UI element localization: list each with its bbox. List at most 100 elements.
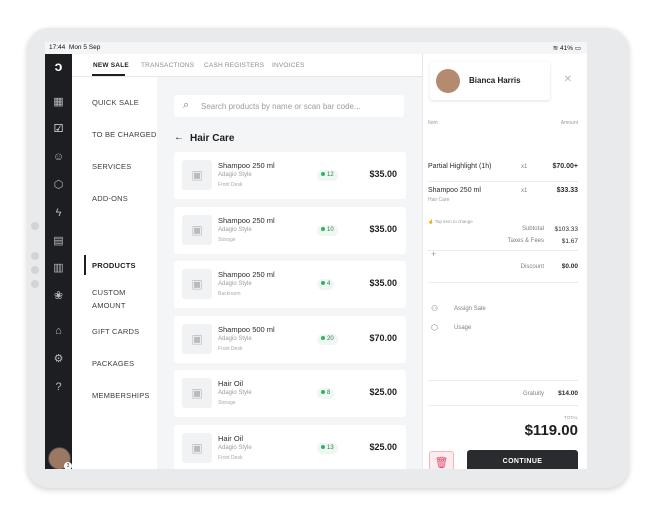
product-card[interactable]: ▣ Shampoo 500 ml Adagio Style Front Desk… xyxy=(174,316,406,363)
product-price: $35.00 xyxy=(369,278,397,288)
stock-badge: 4 xyxy=(317,279,335,290)
cart-line-item[interactable]: Shampoo 250 ml x1 $33.33 Hair Care xyxy=(428,187,578,203)
product-name: Shampoo 250 ml xyxy=(218,270,275,279)
product-name: Hair Oil xyxy=(218,434,244,443)
product-style: Adagio Style xyxy=(218,227,252,233)
assign-sale-link[interactable]: Assign Sale xyxy=(454,306,486,312)
taxes-value: $1.67 xyxy=(561,238,578,245)
product-price: $70.00 xyxy=(369,333,397,343)
calendar-icon[interactable]: ▦ xyxy=(52,96,65,109)
column-amount-header: Amount xyxy=(560,120,578,126)
image-placeholder-icon: ▣ xyxy=(182,324,212,354)
product-card[interactable]: ▣ Hair Oil Adagio Style Storage 8 $25.00 xyxy=(174,370,406,417)
stock-count: 10 xyxy=(327,227,334,233)
category-quick-sale[interactable]: QUICK SALE xyxy=(92,97,139,109)
line-item-name: Partial Highlight (1h) xyxy=(428,163,492,170)
search-input[interactable]: ⌕ Search products by name or scan bar co… xyxy=(174,95,404,117)
stock-dot-icon xyxy=(321,445,325,450)
category-amount[interactable]: AMOUNT xyxy=(92,300,126,312)
product-location: Storage xyxy=(218,400,236,406)
discount-label[interactable]: Discount xyxy=(521,264,544,270)
stock-dot-icon xyxy=(321,281,325,286)
active-category-indicator xyxy=(84,255,86,275)
device-button xyxy=(31,252,39,260)
image-placeholder-icon: ▣ xyxy=(182,215,212,245)
top-tabs: NEW SALE TRANSACTIONS CASH REGISTERS INV… xyxy=(72,54,460,77)
section-title: Hair Care xyxy=(190,133,235,144)
assign-person-icon[interactable]: ⚇ xyxy=(431,304,438,313)
checkout-icon[interactable]: ☑ xyxy=(52,123,65,136)
product-card[interactable]: ▣ Hair Oil Adagio Style Front Desk 13 $2… xyxy=(174,425,406,469)
stock-badge: 13 xyxy=(317,443,338,454)
line-item-qty: x1 xyxy=(521,188,528,194)
settings-gear-icon[interactable]: ⚙ xyxy=(52,353,65,366)
product-style: Adagio Style xyxy=(218,172,252,178)
edit-hint: ☝ Tap item to change xyxy=(428,219,473,225)
divider xyxy=(428,181,578,182)
user-avatar[interactable]: 3 xyxy=(48,447,72,469)
tab-transactions[interactable]: TRANSACTIONS xyxy=(141,62,194,69)
stock-dot-icon xyxy=(321,390,325,395)
store-icon[interactable]: ⌂ xyxy=(52,325,65,338)
category-add-ons[interactable]: ADD-ONS xyxy=(92,193,128,205)
product-price: $35.00 xyxy=(369,169,397,179)
customer-card[interactable]: Bianca Harris ✕ xyxy=(430,62,572,100)
stock-count: 4 xyxy=(327,281,331,287)
line-item-name: Shampoo 250 ml xyxy=(428,187,481,194)
subtotal-label: Subtotal xyxy=(521,226,544,232)
image-placeholder-icon: ▣ xyxy=(182,378,212,408)
usage-link[interactable]: Usage xyxy=(454,325,471,331)
category-gift-cards[interactable]: GIFT CARDS xyxy=(92,326,139,338)
continue-button[interactable]: CONTINUE xyxy=(467,450,578,469)
tab-invoices[interactable]: INVOICES xyxy=(272,62,305,69)
product-card[interactable]: ▣ Shampoo 250 ml Adagio Style Storage 10… xyxy=(174,207,406,254)
app-logo[interactable]: ↄ xyxy=(50,58,67,75)
cart-panel: Bianca Harris ✕ Item Amount Partial High… xyxy=(422,54,587,469)
wifi-icon: ≋ xyxy=(552,45,559,52)
product-card[interactable]: ▣ Shampoo 250 ml Adagio Style Backroom 4… xyxy=(174,261,406,308)
category-memberships[interactable]: MEMBERSHIPS xyxy=(92,390,150,402)
category-custom[interactable]: CUSTOM xyxy=(92,287,126,299)
close-icon[interactable]: ✕ xyxy=(564,74,572,85)
product-card[interactable]: ▣ Shampoo 250 ml Adagio Style Front Desk… xyxy=(174,152,406,199)
product-location: Front Desk xyxy=(218,346,243,352)
line-item-amount: $70.00+ xyxy=(552,163,579,170)
clients-icon[interactable]: ☺ xyxy=(52,151,65,164)
divider xyxy=(428,250,578,251)
product-location: Front Desk xyxy=(218,182,243,188)
category-to-be-charged[interactable]: TO BE CHARGED xyxy=(92,129,157,141)
divider xyxy=(428,405,578,406)
gratuity-label[interactable]: Gratuity xyxy=(523,391,544,397)
customer-name: Bianca Harris xyxy=(469,76,521,85)
category-services[interactable]: SERVICES xyxy=(92,161,131,173)
category-products[interactable]: PRODUCTS xyxy=(92,260,136,272)
team-icon[interactable]: ❀ xyxy=(52,290,65,303)
stock-count: 13 xyxy=(327,445,334,451)
device-button xyxy=(31,222,39,230)
product-price: $25.00 xyxy=(369,387,397,397)
active-tab-indicator xyxy=(92,74,125,76)
product-location: Front Desk xyxy=(218,455,243,461)
back-arrow-icon[interactable]: ← xyxy=(174,132,184,143)
line-item-category: Hair Care xyxy=(428,197,450,203)
battery-icon: ▭ xyxy=(574,45,581,52)
reports-card-icon[interactable]: ▤ xyxy=(52,235,65,248)
help-icon[interactable]: ? xyxy=(52,381,65,394)
add-discount-plus-icon[interactable]: + xyxy=(431,249,436,259)
app-rail: ↄ ▦ ☑ ☺ ⬡ ϟ ▤ ▥ ❀ ⌂ ⚙ ? 3 xyxy=(45,54,72,469)
image-placeholder-icon: ▣ xyxy=(182,433,212,463)
product-name: Shampoo 500 ml xyxy=(218,325,275,334)
inventory-box-icon[interactable]: ⬡ xyxy=(52,179,65,192)
usage-box-icon[interactable]: ⬡ xyxy=(431,323,438,332)
category-packages[interactable]: PACKAGES xyxy=(92,358,134,370)
marketing-bolt-icon[interactable]: ϟ xyxy=(52,207,65,220)
tab-new-sale[interactable]: NEW SALE xyxy=(93,62,129,69)
product-price: $35.00 xyxy=(369,224,397,234)
analytics-chart-icon[interactable]: ▥ xyxy=(52,262,65,275)
total-value: $119.00 xyxy=(524,422,578,439)
cart-line-item[interactable]: Partial Highlight (1h) x1 $70.00+ xyxy=(428,163,578,170)
tab-cash-registers[interactable]: CASH REGISTERS xyxy=(204,62,264,69)
divider xyxy=(428,380,578,381)
trash-icon[interactable]: 🗑 xyxy=(429,451,454,469)
stock-count: 12 xyxy=(327,172,334,178)
